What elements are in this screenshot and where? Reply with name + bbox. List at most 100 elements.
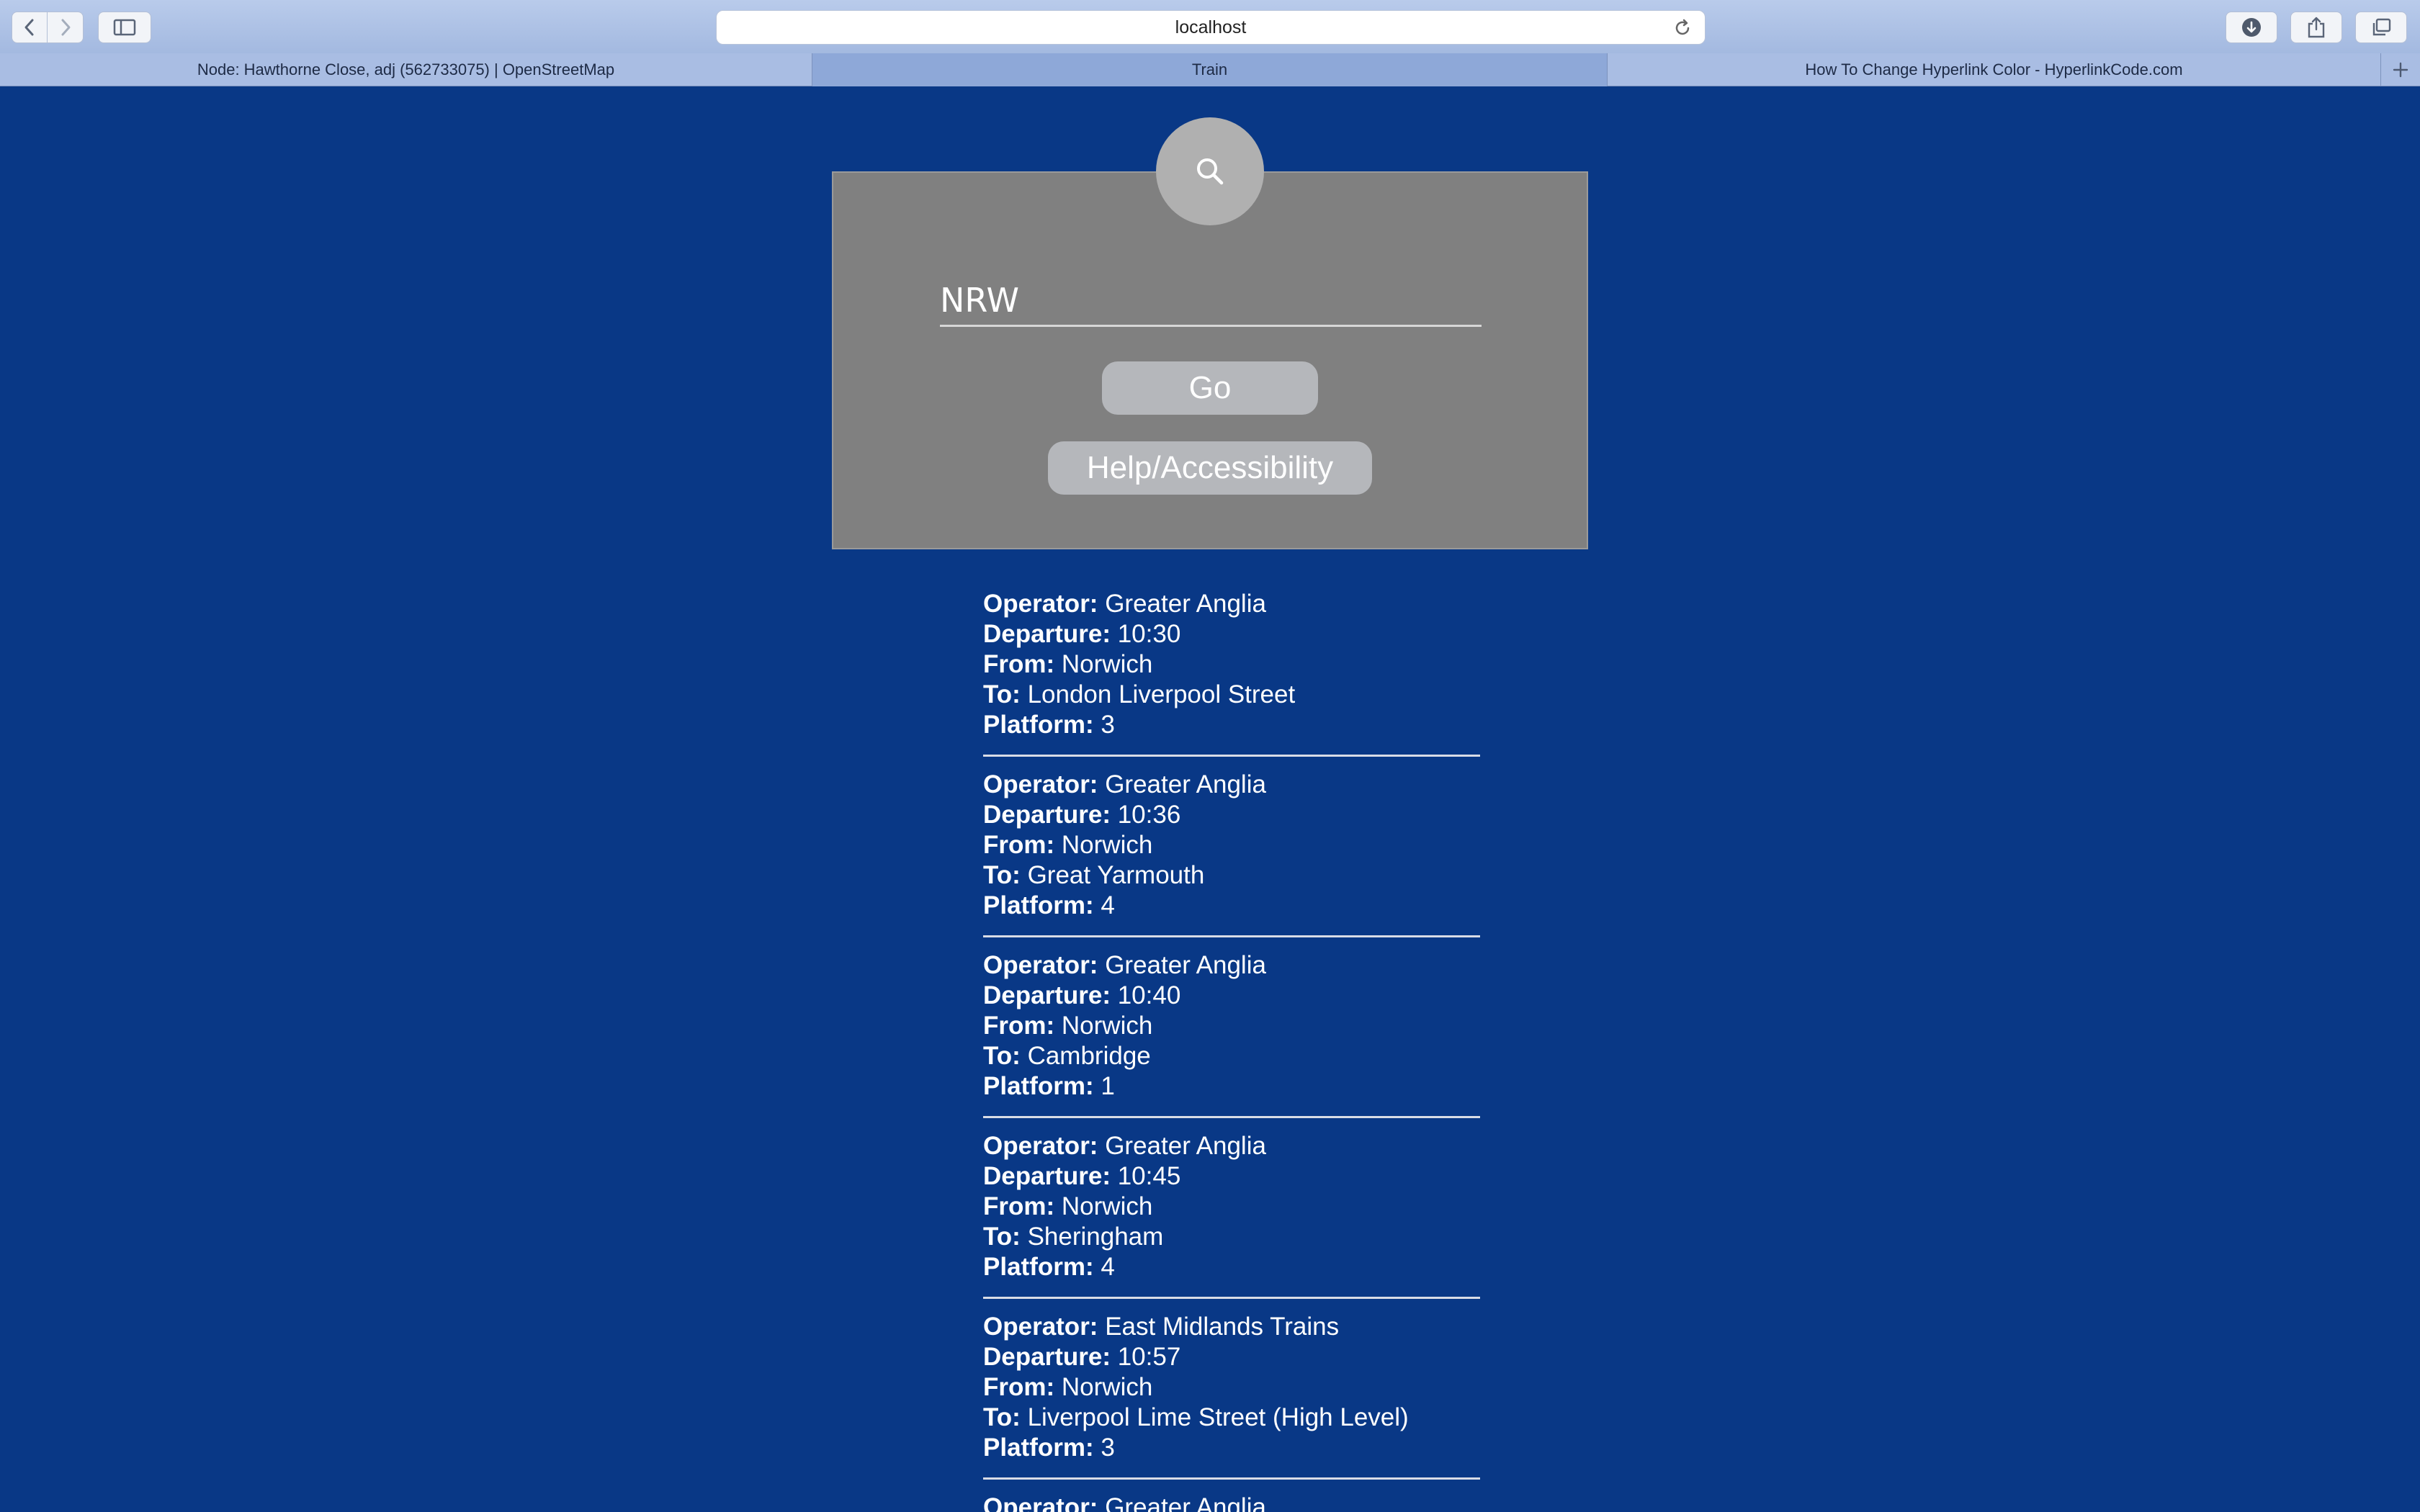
departure-to-value: London Liverpool Street	[1027, 680, 1296, 708]
departure-item: Operator: Greater Anglia Departure: 10:45…	[983, 1131, 1480, 1299]
departure-to-row: To: Cambridge	[983, 1041, 1480, 1071]
departure-from-row: From: Norwich	[983, 830, 1480, 860]
departure-departure-value: 10:36	[1117, 801, 1181, 829]
departure-from-label: From:	[983, 650, 1055, 678]
help-accessibility-button[interactable]: Help/Accessibility	[1048, 441, 1372, 495]
departure-departure-row: Departure: 10:40	[983, 981, 1480, 1011]
departure-operator-row: Operator: Greater Anglia	[983, 1131, 1480, 1161]
departure-to-value: Liverpool Lime Street (High Level)	[1027, 1403, 1409, 1431]
departure-platform-row: Platform: 3	[983, 1433, 1480, 1463]
departure-operator-row: Operator: Greater Anglia	[983, 950, 1480, 981]
departure-from-value: Norwich	[1061, 1192, 1153, 1220]
departure-item: Operator: Greater Anglia Departure: 10:30…	[983, 589, 1480, 757]
tab-bar: Node: Hawthorne Close, adj (562733075) |…	[0, 53, 2420, 86]
departure-to-row: To: Great Yarmouth	[983, 860, 1480, 891]
departure-to-value: Cambridge	[1027, 1042, 1151, 1070]
departure-from-label: From:	[983, 1373, 1055, 1401]
sidebar-toggle-button[interactable]	[98, 12, 151, 43]
departure-operator-row: Operator: East Midlands Trains	[983, 1312, 1480, 1342]
departure-platform-row: Platform: 1	[983, 1071, 1480, 1102]
sidebar-icon	[113, 19, 136, 36]
station-search-input[interactable]	[940, 275, 1482, 327]
departure-departure-label: Departure:	[983, 1343, 1111, 1371]
departure-to-label: To:	[983, 1223, 1021, 1251]
chevron-right-icon	[61, 19, 70, 36]
departure-operator-value: Greater Anglia	[1105, 590, 1266, 618]
tab-overview-button[interactable]	[2355, 12, 2407, 43]
departures-list: Operator: Greater Anglia Departure: 10:30…	[983, 589, 1480, 1512]
departure-from-row: From: Norwich	[983, 1011, 1480, 1041]
departure-operator-value: East Midlands Trains	[1105, 1313, 1340, 1341]
departure-platform-label: Platform:	[983, 711, 1094, 739]
back-button[interactable]	[12, 12, 48, 43]
departure-item: Operator: Greater Anglia	[983, 1493, 1480, 1512]
departure-operator-row: Operator: Greater Anglia	[983, 589, 1480, 619]
departure-to-label: To:	[983, 1403, 1021, 1431]
departure-platform-value: 1	[1101, 1072, 1115, 1100]
departure-from-value: Norwich	[1061, 1012, 1153, 1040]
departure-from-value: Norwich	[1061, 831, 1153, 859]
departure-operator-label: Operator:	[983, 1493, 1098, 1512]
departure-to-value: Sheringham	[1027, 1223, 1164, 1251]
departure-platform-value: 4	[1101, 891, 1115, 919]
departure-from-value: Norwich	[1061, 1373, 1153, 1401]
departure-operator-label: Operator:	[983, 951, 1098, 979]
departure-platform-value: 3	[1101, 711, 1115, 739]
departure-to-value: Great Yarmouth	[1027, 861, 1205, 889]
new-tab-button[interactable]	[2381, 53, 2420, 86]
reload-icon[interactable]	[1673, 19, 1692, 37]
departure-operator-row: Operator: Greater Anglia	[983, 1493, 1480, 1512]
departure-to-label: To:	[983, 1042, 1021, 1070]
departure-departure-row: Departure: 10:45	[983, 1161, 1480, 1192]
departure-departure-value: 10:40	[1117, 981, 1181, 1009]
share-button[interactable]	[2290, 12, 2342, 43]
tab-hyperlink-color[interactable]: How To Change Hyperlink Color - Hyperlin…	[1608, 53, 2381, 86]
share-icon	[2308, 17, 2325, 38]
departure-departure-label: Departure:	[983, 801, 1111, 829]
chevron-left-icon	[24, 19, 34, 36]
departure-platform-value: 4	[1101, 1253, 1115, 1281]
departure-departure-value: 10:45	[1117, 1162, 1181, 1190]
download-icon	[2242, 18, 2261, 37]
departure-to-row: To: Liverpool Lime Street (High Level)	[983, 1403, 1480, 1433]
departure-platform-label: Platform:	[983, 1253, 1094, 1281]
departure-operator-value: Greater Anglia	[1105, 770, 1266, 798]
departure-from-label: From:	[983, 831, 1055, 859]
departure-platform-value: 3	[1101, 1434, 1115, 1462]
tab-openstreetmap[interactable]: Node: Hawthorne Close, adj (562733075) |…	[0, 53, 812, 86]
departure-item: Operator: Greater Anglia Departure: 10:40…	[983, 950, 1480, 1118]
departure-from-label: From:	[983, 1012, 1055, 1040]
departure-platform-label: Platform:	[983, 891, 1094, 919]
departure-departure-value: 10:57	[1117, 1343, 1181, 1371]
search-icon-badge	[1156, 117, 1264, 225]
tab-train[interactable]: Train	[812, 53, 1608, 86]
departure-to-label: To:	[983, 861, 1021, 889]
browser-toolbar: localhost	[0, 0, 2420, 54]
departure-platform-label: Platform:	[983, 1072, 1094, 1100]
address-text: localhost	[1175, 17, 1247, 37]
address-bar[interactable]: localhost	[716, 10, 1706, 45]
departure-from-value: Norwich	[1061, 650, 1153, 678]
departure-from-row: From: Norwich	[983, 1372, 1480, 1403]
departure-operator-value: Greater Anglia	[1105, 1132, 1266, 1160]
departure-platform-row: Platform: 4	[983, 891, 1480, 921]
departure-departure-label: Departure:	[983, 981, 1111, 1009]
departure-operator-label: Operator:	[983, 590, 1098, 618]
departure-operator-label: Operator:	[983, 770, 1098, 798]
departure-operator-row: Operator: Greater Anglia	[983, 770, 1480, 800]
departure-departure-row: Departure: 10:30	[983, 619, 1480, 649]
forward-button[interactable]	[48, 12, 84, 43]
search-icon	[1197, 158, 1224, 185]
departure-platform-label: Platform:	[983, 1434, 1094, 1462]
departure-to-label: To:	[983, 680, 1021, 708]
departure-departure-value: 10:30	[1117, 620, 1181, 648]
departure-operator-value: Greater Anglia	[1105, 1493, 1266, 1512]
downloads-button[interactable]	[2226, 12, 2277, 43]
departure-platform-row: Platform: 3	[983, 710, 1480, 740]
departure-operator-value: Greater Anglia	[1105, 951, 1266, 979]
plus-icon	[2393, 62, 2408, 78]
departure-operator-label: Operator:	[983, 1132, 1098, 1160]
departure-platform-row: Platform: 4	[983, 1252, 1480, 1282]
go-button[interactable]: Go	[1102, 361, 1318, 415]
departure-departure-row: Departure: 10:57	[983, 1342, 1480, 1372]
